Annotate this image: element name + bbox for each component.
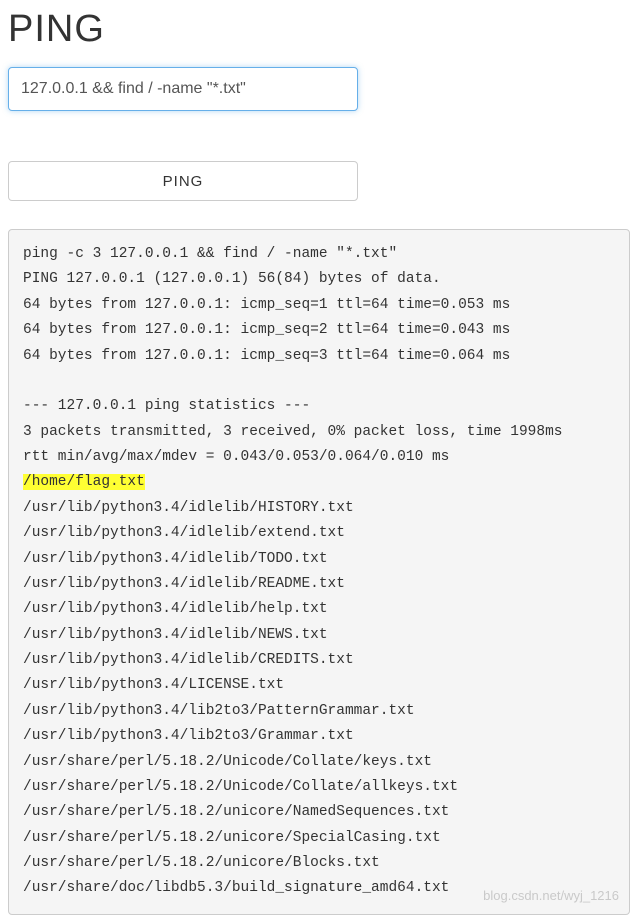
output-line: /usr/lib/python3.4/idlelib/HISTORY.txt bbox=[23, 500, 354, 516]
output-line: rtt min/avg/max/mdev = 0.043/0.053/0.064… bbox=[23, 449, 449, 465]
output-line: ping -c 3 127.0.0.1 && find / -name "*.t… bbox=[23, 246, 397, 262]
output-line: /usr/lib/python3.4/idlelib/help.txt bbox=[23, 601, 328, 617]
output-line: 64 bytes from 127.0.0.1: icmp_seq=3 ttl=… bbox=[23, 348, 510, 364]
output-panel: ping -c 3 127.0.0.1 && find / -name "*.t… bbox=[8, 229, 630, 915]
output-line: /usr/share/perl/5.18.2/Unicode/Collate/k… bbox=[23, 754, 432, 770]
output-line: 3 packets transmitted, 3 received, 0% pa… bbox=[23, 424, 563, 440]
command-input[interactable] bbox=[8, 67, 358, 111]
output-line: /usr/share/perl/5.18.2/unicore/SpecialCa… bbox=[23, 830, 441, 846]
output-line: /usr/share/doc/libdb5.3/build_signature_… bbox=[23, 880, 449, 896]
output-line: /usr/share/perl/5.18.2/unicore/Blocks.tx… bbox=[23, 855, 380, 871]
output-line: 64 bytes from 127.0.0.1: icmp_seq=1 ttl=… bbox=[23, 297, 510, 313]
output-line: /usr/share/perl/5.18.2/unicore/NamedSequ… bbox=[23, 804, 449, 820]
output-line: /usr/lib/python3.4/idlelib/CREDITS.txt bbox=[23, 652, 354, 668]
output-line: /usr/lib/python3.4/idlelib/README.txt bbox=[23, 576, 345, 592]
output-line: /usr/lib/python3.4/idlelib/TODO.txt bbox=[23, 551, 328, 567]
output-line: --- 127.0.0.1 ping statistics --- bbox=[23, 398, 310, 414]
button-wrapper: PING bbox=[8, 161, 630, 201]
output-line: /usr/lib/python3.4/idlelib/NEWS.txt bbox=[23, 627, 328, 643]
output-line: /usr/lib/python3.4/idlelib/extend.txt bbox=[23, 525, 345, 541]
output-line: /usr/lib/python3.4/lib2to3/Grammar.txt bbox=[23, 728, 354, 744]
input-wrapper bbox=[8, 67, 630, 111]
output-line-highlighted: /home/flag.txt bbox=[23, 474, 145, 490]
output-line: PING 127.0.0.1 (127.0.0.1) 56(84) bytes … bbox=[23, 271, 441, 287]
output-line: 64 bytes from 127.0.0.1: icmp_seq=2 ttl=… bbox=[23, 322, 510, 338]
page-title: PING bbox=[8, 8, 630, 51]
watermark: blog.csdn.net/wyj_1216 bbox=[483, 885, 619, 908]
output-line: /usr/share/perl/5.18.2/Unicode/Collate/a… bbox=[23, 779, 458, 795]
output-line: /usr/lib/python3.4/LICENSE.txt bbox=[23, 677, 284, 693]
output-line: /usr/lib/python3.4/lib2to3/PatternGramma… bbox=[23, 703, 415, 719]
ping-button[interactable]: PING bbox=[8, 161, 358, 201]
